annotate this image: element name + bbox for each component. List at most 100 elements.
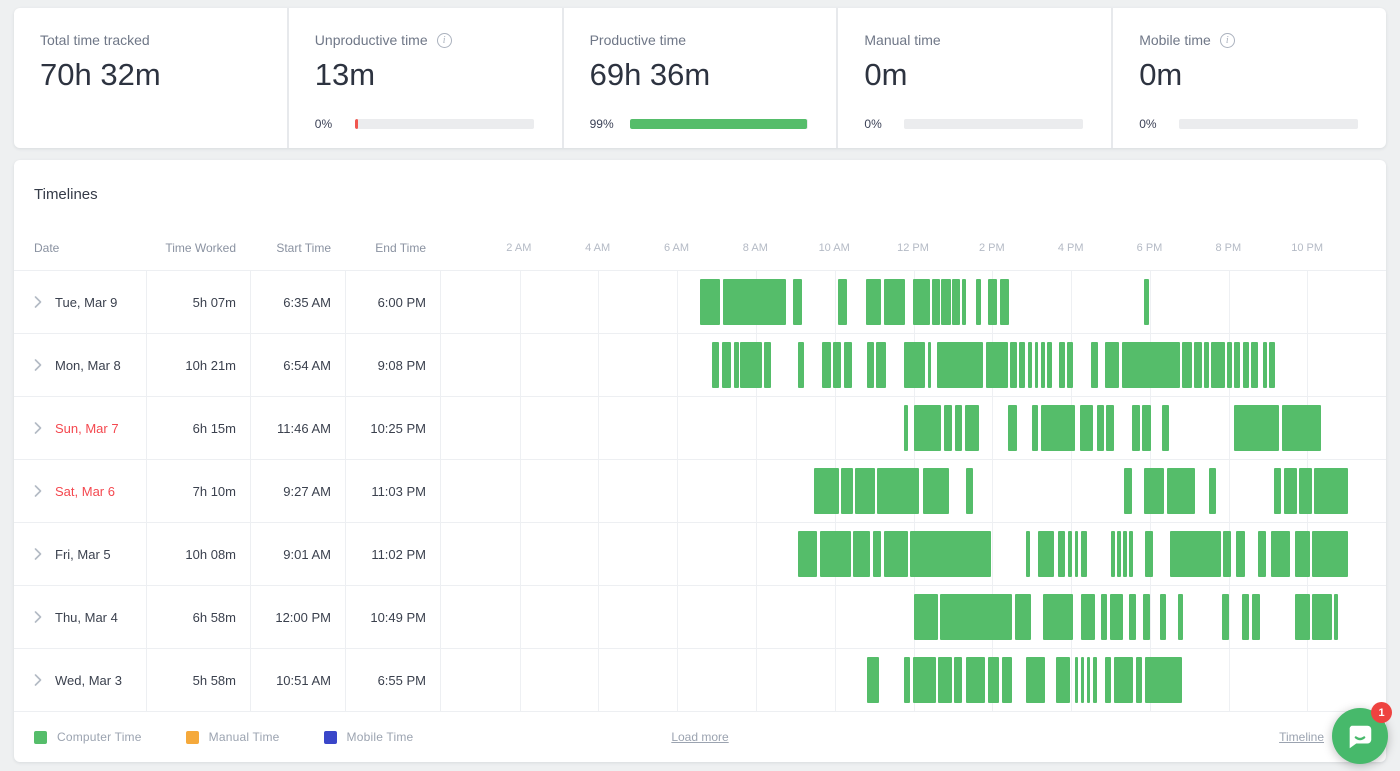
tracked-time-segment[interactable]	[841, 468, 852, 514]
tracked-time-segment[interactable]	[988, 657, 998, 703]
tracked-time-segment[interactable]	[965, 405, 980, 451]
tracked-time-segment[interactable]	[793, 279, 802, 325]
timeline-track[interactable]	[440, 586, 1386, 648]
tracked-time-segment[interactable]	[1123, 531, 1127, 577]
tracked-time-segment[interactable]	[1299, 468, 1312, 514]
tracked-time-segment[interactable]	[1038, 531, 1054, 577]
tracked-time-segment[interactable]	[1043, 594, 1074, 640]
tracked-time-segment[interactable]	[988, 279, 997, 325]
tracked-time-segment[interactable]	[913, 657, 936, 703]
tracked-time-segment[interactable]	[1222, 594, 1229, 640]
date-cell[interactable]: Thu, Mar 4	[14, 586, 146, 648]
tracked-time-segment[interactable]	[966, 657, 985, 703]
tracked-time-segment[interactable]	[1312, 594, 1332, 640]
tracked-time-segment[interactable]	[1093, 657, 1097, 703]
tracked-time-segment[interactable]	[1295, 531, 1310, 577]
tracked-time-segment[interactable]	[1117, 531, 1121, 577]
tracked-time-segment[interactable]	[855, 468, 874, 514]
tracked-time-segment[interactable]	[923, 468, 949, 514]
tracked-time-segment[interactable]	[937, 342, 983, 388]
tracked-time-segment[interactable]	[932, 279, 940, 325]
tracked-time-segment[interactable]	[876, 342, 885, 388]
tracked-time-segment[interactable]	[1234, 405, 1278, 451]
tracked-time-segment[interactable]	[914, 405, 942, 451]
timeline-track[interactable]	[440, 460, 1386, 522]
tracked-time-segment[interactable]	[1081, 657, 1085, 703]
timeline-track[interactable]	[440, 271, 1386, 333]
tracked-time-segment[interactable]	[913, 279, 930, 325]
date-cell[interactable]: Mon, Mar 8	[14, 334, 146, 396]
tracked-time-segment[interactable]	[1243, 342, 1249, 388]
tracked-time-segment[interactable]	[938, 657, 952, 703]
tracked-time-segment[interactable]	[1114, 657, 1134, 703]
tracked-time-segment[interactable]	[764, 342, 771, 388]
tracked-time-segment[interactable]	[1047, 342, 1052, 388]
tracked-time-segment[interactable]	[1136, 657, 1143, 703]
timeline-track[interactable]	[440, 397, 1386, 459]
tracked-time-segment[interactable]	[1263, 342, 1267, 388]
tracked-time-segment[interactable]	[1122, 342, 1180, 388]
tracked-time-segment[interactable]	[1075, 657, 1079, 703]
tracked-time-segment[interactable]	[1087, 657, 1091, 703]
tracked-time-segment[interactable]	[1251, 342, 1258, 388]
tracked-time-segment[interactable]	[1194, 342, 1201, 388]
tracked-time-segment[interactable]	[952, 279, 959, 325]
tracked-time-segment[interactable]	[1236, 531, 1245, 577]
tracked-time-segment[interactable]	[904, 657, 911, 703]
tracked-time-segment[interactable]	[884, 279, 905, 325]
tracked-time-segment[interactable]	[940, 594, 1012, 640]
tracked-time-segment[interactable]	[1170, 531, 1221, 577]
tracked-time-segment[interactable]	[1269, 342, 1275, 388]
tracked-time-segment[interactable]	[962, 279, 966, 325]
tracked-time-segment[interactable]	[1282, 405, 1321, 451]
tracked-time-segment[interactable]	[700, 279, 720, 325]
date-cell[interactable]: Sun, Mar 7	[14, 397, 146, 459]
tracked-time-segment[interactable]	[866, 279, 881, 325]
chevron-right-icon[interactable]	[34, 296, 42, 308]
info-icon[interactable]: i	[437, 33, 452, 48]
tracked-time-segment[interactable]	[1008, 405, 1017, 451]
tracked-time-segment[interactable]	[1145, 531, 1153, 577]
tracked-time-segment[interactable]	[1209, 468, 1216, 514]
tracked-time-segment[interactable]	[1058, 531, 1065, 577]
tracked-time-segment[interactable]	[1162, 405, 1169, 451]
tracked-time-segment[interactable]	[1167, 468, 1195, 514]
tracked-time-segment[interactable]	[1026, 531, 1030, 577]
tracked-time-segment[interactable]	[723, 279, 785, 325]
tracked-time-segment[interactable]	[1314, 468, 1348, 514]
tracked-time-segment[interactable]	[1295, 594, 1310, 640]
tracked-time-segment[interactable]	[1081, 594, 1095, 640]
tracked-time-segment[interactable]	[1105, 657, 1111, 703]
tracked-time-segment[interactable]	[1111, 531, 1115, 577]
tracked-time-segment[interactable]	[1143, 594, 1149, 640]
tracked-time-segment[interactable]	[1028, 342, 1033, 388]
tracked-time-segment[interactable]	[1002, 657, 1012, 703]
tracked-time-segment[interactable]	[966, 468, 973, 514]
tracked-time-segment[interactable]	[1223, 531, 1230, 577]
tracked-time-segment[interactable]	[833, 342, 842, 388]
tracked-time-segment[interactable]	[734, 342, 739, 388]
tracked-time-segment[interactable]	[1211, 342, 1224, 388]
chevron-right-icon[interactable]	[34, 548, 42, 560]
tracked-time-segment[interactable]	[1178, 594, 1183, 640]
tracked-time-segment[interactable]	[1144, 468, 1164, 514]
date-cell[interactable]: Tue, Mar 9	[14, 271, 146, 333]
tracked-time-segment[interactable]	[1124, 468, 1131, 514]
tracked-time-segment[interactable]	[1010, 342, 1017, 388]
tracked-time-segment[interactable]	[1101, 594, 1107, 640]
tracked-time-segment[interactable]	[1081, 531, 1087, 577]
tracked-time-segment[interactable]	[1067, 342, 1073, 388]
tracked-time-segment[interactable]	[844, 342, 852, 388]
tracked-time-segment[interactable]	[976, 279, 981, 325]
chevron-right-icon[interactable]	[34, 359, 42, 371]
tracked-time-segment[interactable]	[1258, 531, 1266, 577]
timeline-track[interactable]	[440, 649, 1386, 711]
load-more-link[interactable]: Load more	[671, 730, 728, 744]
tracked-time-segment[interactable]	[1129, 531, 1133, 577]
tracked-time-segment[interactable]	[1041, 342, 1045, 388]
tracked-time-segment[interactable]	[867, 342, 874, 388]
tracked-time-segment[interactable]	[1242, 594, 1249, 640]
tracked-time-segment[interactable]	[814, 468, 839, 514]
tracked-time-segment[interactable]	[1068, 531, 1072, 577]
tracked-time-segment[interactable]	[1142, 405, 1151, 451]
